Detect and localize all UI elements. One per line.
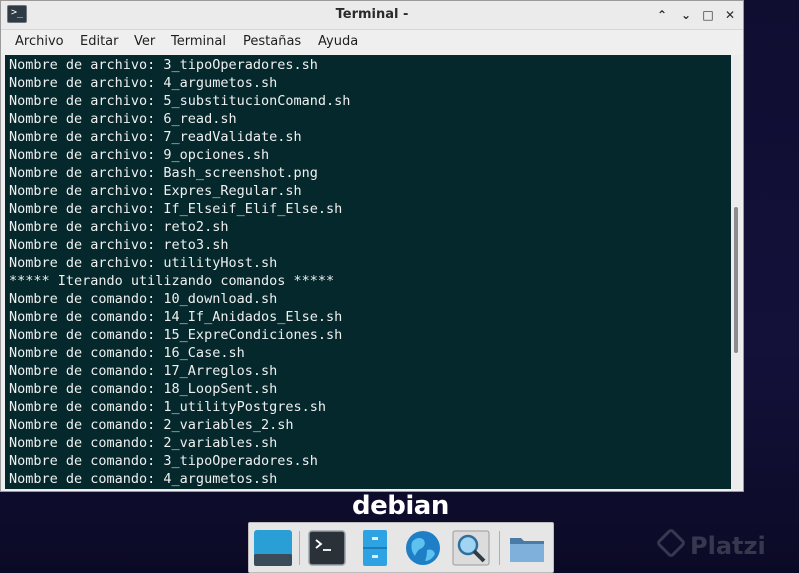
terminal-line: Nombre de archivo: 6_read.sh bbox=[9, 111, 237, 127]
terminal-line: Nombre de archivo: 4_argumetos.sh bbox=[9, 75, 278, 91]
terminal-line: Nombre de archivo: 9_opciones.sh bbox=[9, 147, 270, 163]
cabinet-icon bbox=[363, 530, 387, 566]
menu-editar[interactable]: Editar bbox=[80, 30, 119, 54]
terminal-line: Nombre de comando: 17_Arreglos.sh bbox=[9, 363, 278, 379]
menu-ayuda[interactable]: Ayuda bbox=[318, 30, 358, 54]
terminal-output[interactable]: Nombre de archivo: 3_tipoOperadores.sh No… bbox=[5, 55, 731, 489]
terminal-line: Nombre de archivo: reto2.sh bbox=[9, 219, 229, 235]
home-folder-launcher[interactable] bbox=[507, 528, 547, 568]
app-finder-launcher[interactable] bbox=[451, 528, 491, 568]
terminal-line: Nombre de comando: 4_argumetos.sh bbox=[9, 471, 278, 487]
square-icon: □ bbox=[702, 8, 714, 22]
magnifier-icon bbox=[452, 530, 490, 566]
terminal-icon bbox=[308, 530, 346, 566]
terminal-line: Nombre de archivo: Bash_screenshot.png bbox=[9, 165, 318, 181]
terminal-line: Nombre de archivo: 7_readValidate.sh bbox=[9, 129, 302, 145]
platzi-watermark: Platzi bbox=[690, 532, 766, 560]
menu-bar: Archivo Editar Ver Terminal Pestañas Ayu… bbox=[1, 30, 743, 54]
globe-icon bbox=[406, 531, 440, 565]
terminal-line: Nombre de comando: 15_ExpreCondiciones.s… bbox=[9, 327, 343, 343]
maximize-button[interactable]: □ bbox=[699, 6, 717, 24]
dock-panel bbox=[248, 522, 554, 573]
terminal-line: Nombre de comando: 2_variables.sh bbox=[9, 435, 278, 451]
terminal-line: Nombre de archivo: 3_tipoOperadores.sh bbox=[9, 57, 318, 73]
dock-separator bbox=[499, 531, 500, 565]
chevron-up-icon: ⌃ bbox=[656, 8, 668, 22]
terminal-line: Nombre de archivo: Expres_Regular.sh bbox=[9, 183, 302, 199]
terminal-line: Nombre de archivo: If_Elseif_Elif_Else.s… bbox=[9, 201, 343, 217]
show-desktop-button[interactable] bbox=[253, 528, 293, 568]
close-button[interactable]: ✕ bbox=[721, 6, 739, 24]
vertical-scrollbar[interactable] bbox=[731, 55, 741, 489]
web-browser-launcher[interactable] bbox=[403, 528, 443, 568]
window-title: Terminal - bbox=[335, 7, 409, 22]
restore-button[interactable]: ⌄ bbox=[677, 6, 695, 24]
terminal-line: Nombre de comando: 3_tipoOperadores.sh bbox=[9, 453, 318, 469]
terminal-line: Nombre de archivo: utilityHost.sh bbox=[9, 255, 278, 271]
menu-pestanas[interactable]: Pestañas bbox=[243, 30, 301, 54]
desktop-icon bbox=[254, 530, 292, 566]
terminal-line: Nombre de comando: 18_LoopSent.sh bbox=[9, 381, 278, 397]
menu-ver[interactable]: Ver bbox=[134, 30, 155, 54]
terminal-line: ***** Iterando utilizando comandos ***** bbox=[9, 273, 335, 289]
terminal-line: Nombre de comando: 1_utilityPostgres.sh bbox=[9, 399, 326, 415]
menu-terminal[interactable]: Terminal bbox=[171, 30, 226, 54]
terminal-line: Nombre de comando: 10_download.sh bbox=[9, 291, 278, 307]
chevron-down-icon: ⌄ bbox=[680, 8, 692, 22]
debian-logo: debian bbox=[352, 491, 449, 521]
file-manager-launcher[interactable] bbox=[355, 528, 395, 568]
terminal-line: Nombre de archivo: 5_substitucionComand.… bbox=[9, 93, 351, 109]
terminal-launcher[interactable] bbox=[307, 528, 347, 568]
terminal-line: Nombre de archivo: reto3.sh bbox=[9, 237, 229, 253]
terminal-window: >_ Terminal - ⌃ ⌄ □ ✕ Archivo Editar Ver… bbox=[0, 0, 744, 492]
terminal-line: Nombre de comando: 14_If_Anidados_Else.s… bbox=[9, 309, 343, 325]
minimize-button[interactable]: ⌃ bbox=[653, 6, 671, 24]
terminal-line: Nombre de comando: 16_Case.sh bbox=[9, 345, 245, 361]
menu-archivo[interactable]: Archivo bbox=[15, 30, 64, 54]
scrollbar-thumb[interactable] bbox=[734, 207, 738, 353]
folder-icon bbox=[510, 538, 544, 562]
title-bar[interactable]: >_ Terminal - ⌃ ⌄ □ ✕ bbox=[1, 1, 743, 30]
terminal-line: Nombre de comando: 2_variables_2.sh bbox=[9, 417, 294, 433]
close-icon: ✕ bbox=[724, 8, 736, 22]
dock-separator bbox=[299, 531, 300, 565]
